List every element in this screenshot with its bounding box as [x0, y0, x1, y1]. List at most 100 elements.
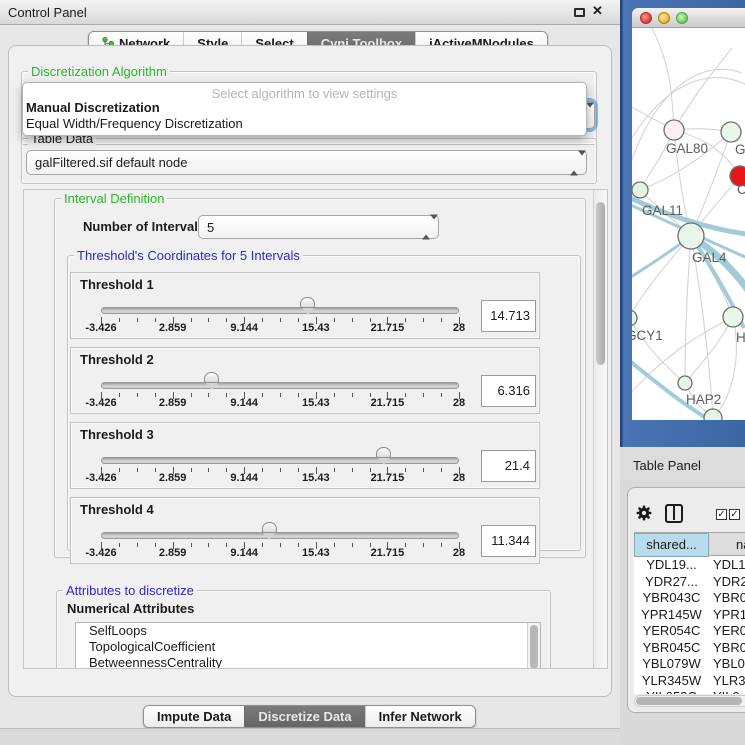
attribute-list-item[interactable]: BetweennessCentrality — [76, 655, 540, 669]
discretization-algorithm-title: Discretization Algorithm — [28, 64, 170, 79]
minimize-traffic-light-icon[interactable] — [658, 12, 670, 24]
slider-thumb[interactable] — [376, 447, 391, 458]
network-node[interactable] — [664, 120, 684, 140]
dropdown-item-manual-discretization[interactable]: Manual Discretization — [23, 100, 586, 116]
table-row[interactable]: YIL052C YIL0 — [634, 689, 745, 694]
cell-shared-name[interactable]: YBR045C — [634, 640, 709, 657]
network-canvas[interactable]: GAL80GACGAL11GAL4GCY1HHAP2 — [632, 28, 745, 420]
network-edge[interactable] — [685, 236, 691, 383]
checkbox-icon-2[interactable]: ✓ — [729, 509, 740, 520]
network-edge[interactable] — [674, 48, 732, 130]
zoom-traffic-light-icon[interactable] — [676, 12, 688, 24]
table-row[interactable]: YPR145WYPR1 — [634, 607, 745, 624]
checkbox-icon-1[interactable]: ✓ — [716, 509, 727, 520]
table-horizontal-scrollbar[interactable] — [634, 695, 745, 707]
network-node[interactable] — [632, 310, 637, 326]
settings-scrollbar-thumb[interactable] — [596, 202, 605, 365]
cell-name[interactable]: YLR3 — [713, 673, 745, 690]
cell-shared-name[interactable]: YLR345W — [634, 673, 709, 690]
network-node[interactable] — [678, 376, 692, 390]
network-node[interactable] — [721, 122, 741, 142]
table-data-combo-value: galFiltered.sif default node — [35, 155, 187, 170]
table-row[interactable]: YDR27...YDR2 — [634, 574, 745, 591]
cell-shared-name[interactable]: YIL052C — [634, 689, 709, 694]
number-of-intervals-label: Number of Intervals — [83, 219, 205, 234]
slider-tick-label: 2.859 — [159, 322, 187, 334]
cell-name[interactable]: YDR2 — [713, 574, 745, 591]
column-header-name[interactable]: na — [736, 533, 745, 557]
slider-tick-label: -3.426 — [85, 547, 116, 559]
table-horizontal-scrollbar-thumb[interactable] — [636, 697, 742, 705]
cell-shared-name[interactable]: YDR27... — [634, 574, 709, 591]
table-row[interactable]: YLR345WYLR3 — [634, 673, 745, 690]
table-row[interactable]: YBR045CYBR0 — [634, 640, 745, 657]
cell-shared-name[interactable]: YPR145W — [634, 607, 709, 624]
attribute-list-item[interactable]: SelfLoops — [76, 623, 540, 639]
table-row[interactable]: YBR043CYBR0 — [634, 590, 745, 607]
slider-tick-label: 21.715 — [371, 547, 405, 559]
attribute-list-item[interactable]: TopologicalCoefficient — [76, 639, 540, 655]
settings-scrollbar[interactable] — [593, 190, 607, 668]
network-node-label: GA — [735, 142, 745, 157]
tab-impute-data[interactable]: Impute Data — [144, 706, 244, 727]
attributes-scrollbar[interactable] — [527, 623, 540, 669]
slider-track[interactable] — [101, 532, 459, 539]
dropdown-placeholder-item[interactable]: Select algorithm to view settings — [23, 83, 586, 100]
close-traffic-light-icon[interactable] — [640, 12, 652, 24]
split-columns-icon[interactable] — [665, 504, 683, 523]
float-window-icon[interactable] — [574, 8, 585, 17]
threshold-value-field[interactable]: 6.316 — [481, 375, 536, 407]
slider-minor-tick — [155, 543, 156, 547]
thresholds-group: Threshold's Coordinates for 5 Intervals … — [67, 255, 581, 551]
slider-minor-tick — [191, 318, 192, 322]
tab-discretize-data[interactable]: Discretize Data — [244, 706, 364, 727]
slider-minor-tick — [352, 468, 353, 472]
table-row[interactable]: YBL079WYBL0 — [634, 656, 745, 673]
cell-shared-name[interactable]: YBL079W — [634, 656, 709, 673]
slider-minor-tick — [137, 468, 138, 472]
slider-minor-tick — [137, 543, 138, 547]
cell-name[interactable]: YBR0 — [713, 640, 745, 657]
column-header-shared[interactable]: shared... — [634, 533, 709, 557]
slider-minor-tick — [405, 393, 406, 397]
close-window-icon[interactable]: ✕ — [592, 3, 603, 19]
cell-name[interactable]: YER0 — [713, 623, 745, 640]
network-edge[interactable] — [652, 28, 674, 130]
cell-name[interactable]: YIL0 — [713, 689, 740, 694]
slider-thumb[interactable] — [300, 297, 315, 308]
threshold-value-field[interactable]: 21.4 — [481, 450, 536, 482]
gear-icon[interactable] — [636, 505, 652, 521]
table-data-combobox[interactable]: galFiltered.sif default node — [26, 150, 587, 175]
slider-track[interactable] — [101, 457, 459, 464]
attributes-scrollbar-thumb[interactable] — [530, 625, 538, 669]
slider-track[interactable] — [101, 307, 459, 314]
network-edge[interactable] — [685, 317, 733, 383]
threshold-box: Threshold 1-3.4262.8599.14415.4321.71528… — [70, 272, 540, 339]
slider-thumb[interactable] — [204, 372, 219, 383]
threshold-value-field[interactable]: 11.344 — [481, 525, 536, 557]
cell-name[interactable]: YBR0 — [713, 590, 745, 607]
table-panel: ✓ ✓ shared... na YDL19...YDL1YDR27...YDR… — [627, 487, 745, 713]
network-edge[interactable] — [632, 236, 691, 318]
cell-shared-name[interactable]: YBR043C — [634, 590, 709, 607]
number-of-intervals-combobox[interactable]: 5 — [198, 215, 439, 239]
numerical-attributes-list: SelfLoopsTopologicalCoefficientBetweenne… — [75, 622, 541, 669]
cell-name[interactable]: YBL0 — [713, 656, 745, 673]
slider-minor-tick — [262, 318, 263, 322]
slider-thumb[interactable] — [262, 522, 277, 533]
network-node[interactable] — [723, 307, 743, 327]
cell-name[interactable]: YPR1 — [713, 607, 745, 624]
cell-shared-name[interactable]: YDL19... — [634, 557, 709, 574]
cell-shared-name[interactable]: YER054C — [634, 623, 709, 640]
network-node[interactable] — [678, 223, 704, 249]
threshold-value-field[interactable]: 14.713 — [481, 300, 536, 332]
table-row[interactable]: YER054CYER0 — [634, 623, 745, 640]
network-node[interactable] — [632, 182, 648, 198]
slider-minor-tick — [262, 543, 263, 547]
slider-track[interactable] — [101, 382, 459, 389]
tab-infer-network[interactable]: Infer Network — [365, 706, 475, 727]
tab-impute-data-label: Impute Data — [157, 709, 231, 724]
table-row[interactable]: YDL19...YDL1 — [634, 557, 745, 574]
cell-name[interactable]: YDL1 — [713, 557, 745, 574]
dropdown-item-equal-width-frequency[interactable]: Equal Width/Frequency Discretization — [23, 116, 586, 132]
